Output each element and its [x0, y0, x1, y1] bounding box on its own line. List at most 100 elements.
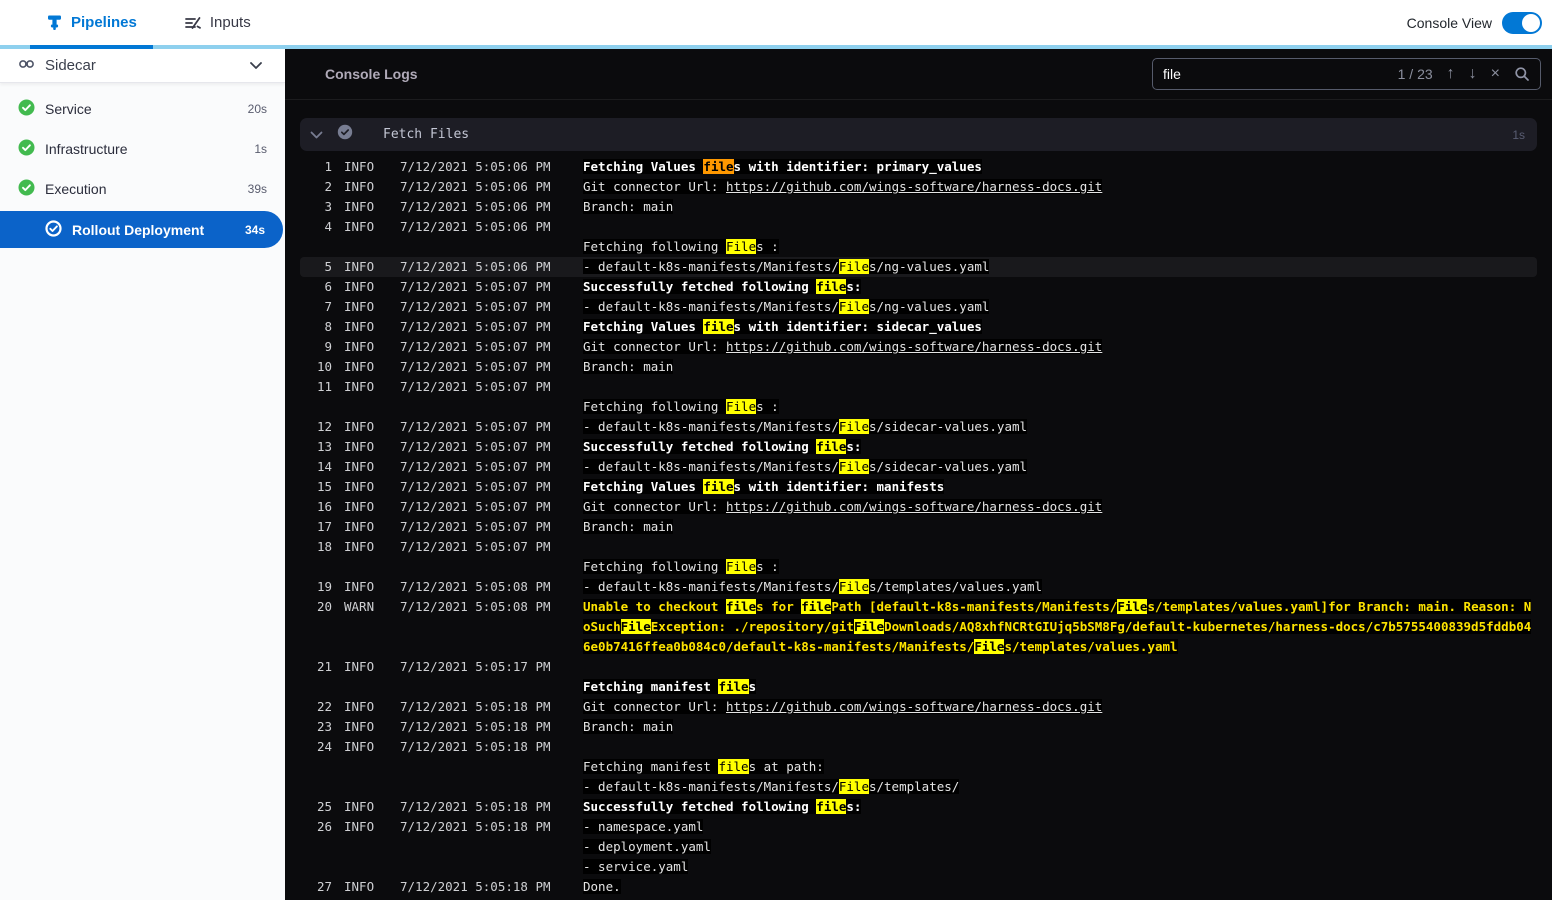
log-line[interactable]: 2 INFO 7/12/2021 5:05:06 PM Git connector U…: [300, 177, 1537, 197]
search-input[interactable]: [1163, 66, 1384, 82]
chevron-down-icon[interactable]: [310, 126, 323, 144]
log-message: Successfully fetched following files:: [583, 439, 862, 454]
log-message: Git connector Url: https://github.com/wi…: [583, 179, 1103, 194]
log-line[interactable]: 14 INFO 7/12/2021 5:05:07 PM - default-k8s-…: [300, 457, 1537, 477]
log-level: INFO: [344, 479, 375, 494]
console-view-label: Console View: [1406, 14, 1492, 31]
log-section-header[interactable]: Fetch Files 1s: [300, 118, 1537, 151]
log-line[interactable]: 22 INFO 7/12/2021 5:05:18 PM Git connector …: [300, 697, 1537, 717]
log-message: Fetching manifest files at path:: [583, 759, 824, 774]
log-message: Fetching following Files :: [583, 559, 779, 574]
log-line[interactable]: Fetching manifest files at path:: [300, 757, 1537, 777]
line-number: 4: [324, 219, 332, 234]
log-timestamp: 7/12/2021 5:05:17 PM: [400, 659, 551, 674]
log-link[interactable]: https://github.com/wings-software/harnes…: [726, 499, 1102, 514]
log-timestamp: 7/12/2021 5:05:07 PM: [400, 299, 551, 314]
search-next-button[interactable]: ↓: [1469, 66, 1477, 82]
log-line[interactable]: 1 INFO 7/12/2021 5:05:06 PM Fetching Values…: [300, 157, 1537, 177]
log-message: Fetching manifest files: [583, 679, 757, 694]
log-line[interactable]: 8 INFO 7/12/2021 5:05:07 PM Fetching Values…: [300, 317, 1537, 337]
log-line[interactable]: 18 INFO 7/12/2021 5:05:07 PM: [300, 537, 1537, 557]
log-line[interactable]: 4 INFO 7/12/2021 5:05:06 PM: [300, 217, 1537, 237]
search-match: File: [838, 779, 869, 794]
line-number: 15: [316, 479, 332, 494]
log-line[interactable]: Fetching following Files :: [300, 397, 1537, 417]
sidebar-step-execution[interactable]: Execution 39s: [0, 169, 285, 209]
log-line[interactable]: 16 INFO 7/12/2021 5:05:07 PM Git connector …: [300, 497, 1537, 517]
log-level: INFO: [344, 439, 375, 454]
search-clear-button[interactable]: ×: [1491, 66, 1500, 82]
log-timestamp: [400, 237, 571, 257]
tab-pipelines[interactable]: Pipelines: [30, 0, 153, 49]
sidebar-step-rollout-deployment[interactable]: Rollout Deployment 34s: [0, 211, 283, 248]
log-level: INFO: [344, 179, 375, 194]
log-line[interactable]: 25 INFO 7/12/2021 5:05:18 PM Successfully f…: [300, 797, 1537, 817]
log-line[interactable]: 21 INFO 7/12/2021 5:05:17 PM: [300, 657, 1537, 677]
step-success-icon: [337, 124, 353, 145]
log-message: Fetching Values files with identifier: s…: [583, 319, 982, 334]
line-number: [300, 677, 332, 697]
search-match: file: [816, 799, 847, 814]
log-link[interactable]: https://github.com/wings-software/harnes…: [726, 179, 1102, 194]
log-line[interactable]: 10 INFO 7/12/2021 5:05:07 PM Branch: main: [300, 357, 1537, 377]
sidebar-step-service[interactable]: Service 20s: [0, 89, 285, 129]
line-number: 18: [316, 539, 332, 554]
log-line[interactable]: 3 INFO 7/12/2021 5:05:06 PM Branch: main: [300, 197, 1537, 217]
log-link[interactable]: https://github.com/wings-software/harnes…: [726, 699, 1102, 714]
log-link[interactable]: https://github.com/wings-software/harnes…: [726, 339, 1102, 354]
log-level: INFO: [344, 359, 375, 374]
sidebar-step-infrastructure[interactable]: Infrastructure 1s: [0, 129, 285, 169]
log-line[interactable]: - deployment.yaml: [300, 837, 1537, 857]
log-line[interactable]: 19 INFO 7/12/2021 5:05:08 PM - default-k8s-…: [300, 577, 1537, 597]
line-number: [300, 857, 332, 877]
search-icon[interactable]: [1514, 66, 1530, 82]
log-line[interactable]: 15 INFO 7/12/2021 5:05:07 PM Fetching Value…: [300, 477, 1537, 497]
log-line[interactable]: 11 INFO 7/12/2021 5:05:07 PM: [300, 377, 1537, 397]
log-line[interactable]: Fetching manifest files: [300, 677, 1537, 697]
log-level: INFO: [344, 879, 375, 894]
log-level: [344, 757, 388, 777]
search-prev-button[interactable]: ↑: [1447, 66, 1455, 82]
log-line[interactable]: 23 INFO 7/12/2021 5:05:18 PM Branch: main: [300, 717, 1537, 737]
log-level: INFO: [344, 699, 375, 714]
log-message: - deployment.yaml: [583, 839, 711, 854]
line-number: 20: [316, 599, 332, 614]
log-line[interactable]: - service.yaml: [300, 857, 1537, 877]
search-match: file: [718, 759, 749, 774]
console-view-toggle[interactable]: [1502, 11, 1542, 34]
tab-label: Inputs: [209, 14, 251, 31]
log-level: [344, 857, 388, 877]
search-match: File: [838, 579, 869, 594]
log-timestamp: [400, 557, 571, 577]
tab-inputs[interactable]: Inputs: [168, 0, 267, 45]
sidebar-stage-header[interactable]: Sidecar: [0, 49, 285, 83]
log-message: Git connector Url: https://github.com/wi…: [583, 699, 1103, 714]
log-line[interactable]: 7 INFO 7/12/2021 5:05:07 PM - default-k8s-m…: [300, 297, 1537, 317]
log-line[interactable]: 24 INFO 7/12/2021 5:05:18 PM: [300, 737, 1537, 757]
line-number: [300, 777, 332, 797]
log-line[interactable]: 20 WARN 7/12/2021 5:05:08 PM Unable to chec…: [300, 597, 1537, 657]
log-timestamp: 7/12/2021 5:05:18 PM: [400, 739, 551, 754]
log-message: - namespace.yaml: [583, 819, 704, 834]
log-line[interactable]: 13 INFO 7/12/2021 5:05:07 PM Successfully f…: [300, 437, 1537, 457]
search-match: File: [620, 619, 651, 634]
log-line[interactable]: 12 INFO 7/12/2021 5:05:07 PM - default-k8s-…: [300, 417, 1537, 437]
chevron-down-icon[interactable]: [249, 57, 263, 75]
log-line[interactable]: 26 INFO 7/12/2021 5:05:18 PM - namespace.ya…: [300, 817, 1537, 837]
log-line[interactable]: 27 INFO 7/12/2021 5:05:18 PM Done.: [300, 877, 1537, 897]
search-match: File: [838, 299, 869, 314]
log-timestamp: [400, 837, 571, 857]
log-timestamp: 7/12/2021 5:05:08 PM: [400, 579, 551, 594]
log-timestamp: 7/12/2021 5:05:07 PM: [400, 479, 551, 494]
log-line[interactable]: 9 INFO 7/12/2021 5:05:07 PM Git connector U…: [300, 337, 1537, 357]
log-level: INFO: [344, 539, 375, 554]
toggle-knob: [1522, 13, 1540, 32]
log-line[interactable]: Fetching following Files :: [300, 557, 1537, 577]
log-line[interactable]: 17 INFO 7/12/2021 5:05:07 PM Branch: main: [300, 517, 1537, 537]
log-line[interactable]: - default-k8s-manifests/Manifests/Files/…: [300, 777, 1537, 797]
log-message: Fetching Values files with identifier: p…: [583, 159, 982, 174]
search-match: file: [801, 599, 832, 614]
log-line[interactable]: 5 INFO 7/12/2021 5:05:06 PM - default-k8s-m…: [300, 257, 1537, 277]
log-line[interactable]: Fetching following Files :: [300, 237, 1537, 257]
log-line[interactable]: 6 INFO 7/12/2021 5:05:07 PM Successfully fe…: [300, 277, 1537, 297]
